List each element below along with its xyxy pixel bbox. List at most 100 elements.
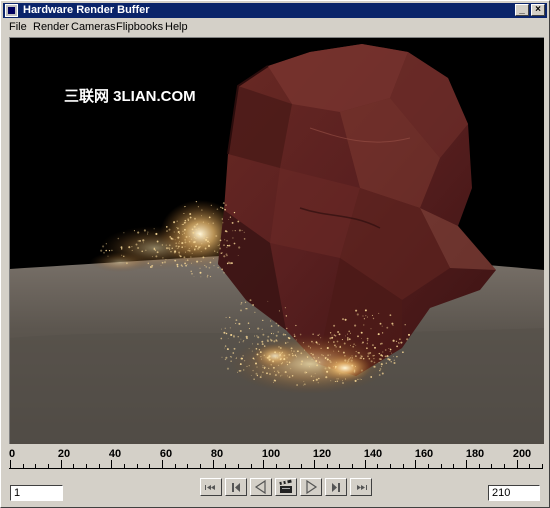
spark-particle (229, 327, 232, 329)
spark-particle (120, 246, 123, 249)
spark-particle (407, 333, 411, 336)
spark-particle (207, 237, 209, 239)
render-viewport[interactable]: 三联网 3LIAN.COM (9, 37, 544, 444)
spark-particle (168, 228, 171, 231)
spark-particle (183, 232, 186, 234)
menu-flipbooks[interactable]: Flipbooks (114, 19, 165, 35)
spark-particle (278, 352, 281, 354)
spark-particle (225, 332, 228, 335)
step-back-button[interactable] (225, 478, 247, 496)
spark-particle (254, 335, 255, 337)
spark-particle (351, 357, 353, 359)
spark-particle (367, 340, 369, 342)
spark-particle (334, 344, 336, 347)
timeline-tick (415, 460, 417, 468)
spark-particle (281, 351, 284, 353)
spark-particle (213, 264, 215, 267)
menu-render[interactable]: Render (31, 19, 71, 35)
spark-particle (385, 362, 388, 364)
spark-particle (282, 333, 285, 336)
spark-particle (178, 242, 180, 244)
spark-particle (210, 204, 212, 206)
spark-particle (286, 361, 288, 363)
spark-particle (224, 327, 227, 330)
spark-particle (296, 384, 299, 386)
menu-help[interactable]: Help (163, 19, 190, 35)
spark-particle (235, 322, 237, 324)
spark-particle (275, 339, 277, 341)
spark-particle (256, 374, 259, 377)
window-menu-icon[interactable] (5, 4, 18, 17)
step-forward-button[interactable] (325, 478, 347, 496)
spark-particle (223, 244, 225, 246)
spark-particle (269, 373, 271, 375)
spark-particle (364, 309, 367, 312)
spark-particle (137, 231, 140, 234)
time-slider[interactable]: 0 20 40 60 80 100 120 140 160 180 200 (9, 445, 543, 469)
spark-particle (177, 230, 180, 234)
spark-particle (272, 381, 275, 383)
spark-particle (262, 371, 264, 374)
fast-forward-to-end-button[interactable] (350, 478, 372, 496)
spark-particle (153, 247, 155, 249)
play-forward-button[interactable] (300, 478, 322, 496)
spark-particle (206, 276, 208, 278)
spark-particle (355, 344, 357, 346)
spark-particle (367, 355, 369, 358)
spark-particle (353, 370, 356, 373)
spark-particle (346, 333, 348, 335)
spark-particle (233, 335, 235, 338)
spark-particle (293, 350, 295, 352)
spark-particle (378, 361, 380, 364)
spark-particle (168, 247, 170, 249)
spark-particle (256, 353, 259, 356)
spark-particle (226, 244, 229, 247)
start-frame-field[interactable]: 1 (10, 485, 63, 501)
spark-particle (325, 376, 328, 379)
timeline-tick-label: 200 (512, 448, 532, 460)
spark-particle (280, 363, 282, 365)
spark-particle (185, 260, 187, 262)
spark-particle (256, 335, 258, 337)
spark-particle (189, 212, 192, 216)
spark-particle (220, 206, 222, 209)
spark-particle (275, 322, 278, 325)
spark-particle (293, 335, 296, 337)
spark-particle (228, 244, 231, 247)
spark-particle (142, 242, 144, 244)
spark-particle (183, 228, 186, 231)
spark-particle (333, 341, 335, 343)
spark-particle (284, 371, 287, 374)
title-bar[interactable]: Hardware Render Buffer _ × (3, 3, 547, 18)
spark-particle (133, 230, 135, 232)
spark-particle (175, 242, 178, 245)
menu-cameras[interactable]: Cameras (69, 19, 118, 35)
spark-particle (392, 355, 394, 357)
end-frame-field[interactable]: 210 (488, 485, 540, 501)
minimize-button[interactable]: _ (515, 4, 529, 16)
play-backward-button[interactable] (250, 478, 272, 496)
spark-particle (360, 331, 363, 334)
spark-particle (117, 237, 120, 240)
spark-particle (328, 366, 331, 370)
menu-file[interactable]: File (7, 19, 29, 35)
spark-particle (226, 239, 228, 242)
spark-particle (224, 239, 226, 241)
timeline-tick-label: 20 (57, 448, 71, 460)
close-button[interactable]: × (531, 4, 545, 16)
spark-particle (229, 356, 231, 358)
spark-particle (339, 346, 342, 348)
spark-particle (299, 333, 302, 336)
timeline-tick-label: 100 (261, 448, 281, 460)
spark-particle (183, 256, 186, 259)
spark-particle (363, 318, 365, 320)
spark-particle (231, 221, 234, 224)
spark-particle (237, 336, 239, 338)
spark-particle (143, 229, 146, 232)
rewind-to-start-button[interactable] (200, 478, 222, 496)
spark-particle (181, 265, 183, 267)
spark-particle (236, 357, 237, 359)
clapper-button[interactable] (275, 478, 297, 496)
spark-particle (235, 319, 238, 321)
spark-particle (318, 357, 320, 359)
